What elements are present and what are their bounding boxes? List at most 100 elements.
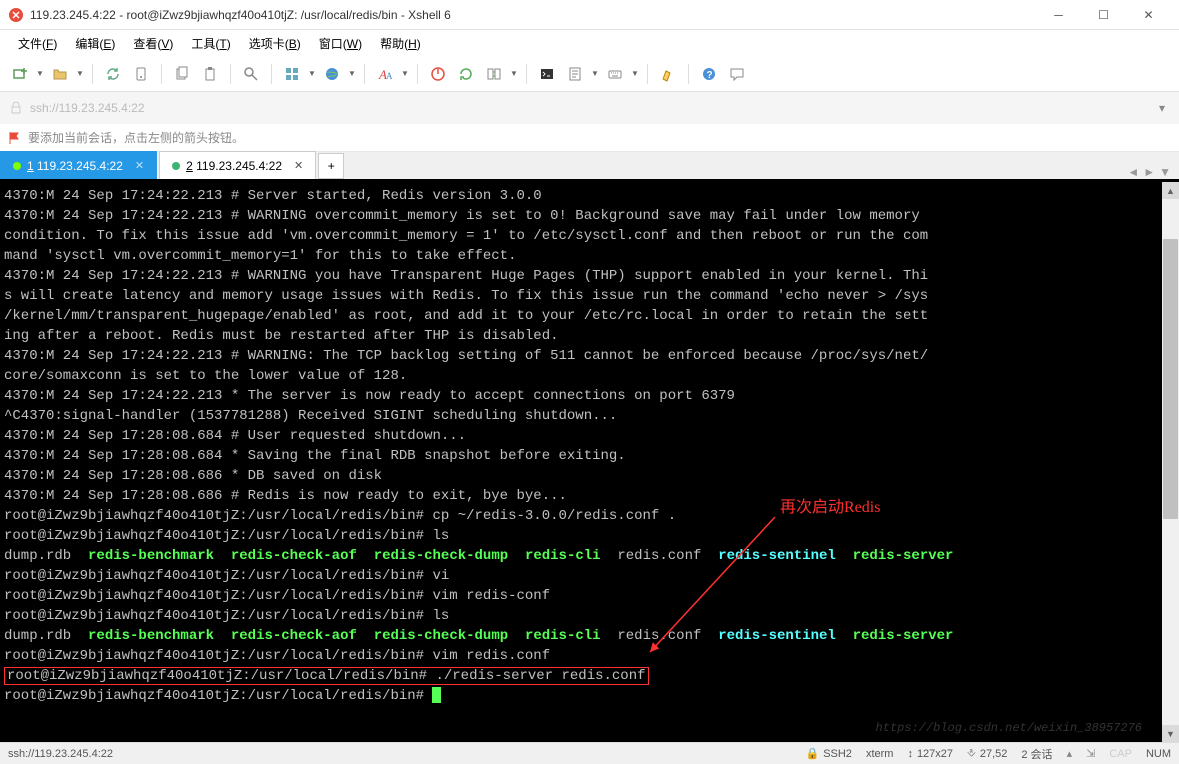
terminal-line: 4370:M 24 Sep 17:28:08.686 # Redis is no… [4, 486, 1158, 506]
keyboard-dropdown[interactable]: ▼ [631, 62, 639, 86]
terminal-line: core/somaxconn is set to the lower value… [4, 366, 1158, 386]
sessions-up-icon[interactable]: ▴ [1067, 747, 1073, 760]
menu-b[interactable]: 选项卡(B) [241, 32, 309, 55]
menu-w[interactable]: 窗口(W) [311, 32, 370, 55]
tab-nav-left-icon[interactable]: ◄ [1127, 165, 1139, 179]
terminal-cursor [432, 687, 441, 703]
terminal-line: root@iZwz9bjiawhqzf40o410tjZ:/usr/local/… [4, 526, 1158, 546]
tab-nav-right-icon[interactable]: ► [1143, 165, 1155, 179]
copy-icon[interactable] [170, 62, 194, 86]
status-address: ssh://119.23.245.4:22 [8, 748, 791, 760]
terminal-line: 4370:M 24 Sep 17:28:08.684 * Saving the … [4, 446, 1158, 466]
open-dropdown[interactable]: ▼ [76, 62, 84, 86]
terminal-line: ^C4370:signal-handler (1537781288) Recei… [4, 406, 1158, 426]
terminal-line: 4370:M 24 Sep 17:24:22.213 # WARNING ove… [4, 206, 1158, 226]
tab-close-icon[interactable]: ✕ [135, 159, 144, 172]
addressbar: ssh://119.23.245.4:22 ▾ [0, 92, 1179, 124]
tile-dropdown[interactable]: ▼ [308, 62, 316, 86]
find-icon[interactable] [239, 62, 263, 86]
flag-icon[interactable] [8, 131, 22, 145]
status-num: NUM [1146, 748, 1171, 760]
font-dropdown[interactable]: ▼ [401, 62, 409, 86]
menu-f[interactable]: 文件(F) [10, 32, 65, 55]
power-icon[interactable] [426, 62, 450, 86]
minimize-button[interactable]: ─ [1036, 1, 1081, 29]
status-caps: CAP [1109, 748, 1132, 760]
menu-e[interactable]: 编辑(E) [67, 32, 123, 55]
highlight-icon[interactable] [656, 62, 680, 86]
tab-label: 1 119.23.245.4:22 [27, 159, 123, 173]
statusbar: ssh://119.23.245.4:22 🔒SSH2 xterm ↕127x2… [0, 742, 1179, 764]
terminal-line: condition. To fix this issue add 'vm.ove… [4, 226, 1158, 246]
open-session-icon[interactable] [48, 62, 72, 86]
terminal-line: 4370:M 24 Sep 17:28:08.686 * DB saved on… [4, 466, 1158, 486]
hint-text: 要添加当前会话，点击左侧的箭头按钮。 [28, 129, 244, 146]
close-button[interactable]: ✕ [1126, 1, 1171, 29]
svg-text:A: A [386, 71, 393, 81]
terminal-line: root@iZwz9bjiawhqzf40o410tjZ:/usr/local/… [4, 506, 1158, 526]
terminal-line: 4370:M 24 Sep 17:24:22.213 * The server … [4, 386, 1158, 406]
session-hint: 要添加当前会话，点击左侧的箭头按钮。 [0, 124, 1179, 152]
tab-close-icon[interactable]: ✕ [294, 159, 303, 172]
terminal-line: root@iZwz9bjiawhqzf40o410tjZ:/usr/local/… [4, 646, 1158, 666]
status-sessions: 2 会话 [1021, 746, 1052, 762]
transfer-icon[interactable] [482, 62, 506, 86]
watermark: https://blog.csdn.net/weixin_38957276 [876, 718, 1142, 738]
scroll-track[interactable] [1162, 199, 1179, 725]
terminal-line: /kernel/mm/transparent_hugepage/enabled'… [4, 306, 1158, 326]
terminal-line: 4370:M 24 Sep 17:24:22.213 # Server star… [4, 186, 1158, 206]
terminal-line: root@iZwz9bjiawhqzf40o410tjZ:/usr/local/… [4, 606, 1158, 626]
tab-nav-menu-icon[interactable]: ▼ [1159, 165, 1171, 179]
keyboard-icon[interactable] [603, 62, 627, 86]
address-text[interactable]: ssh://119.23.245.4:22 [30, 101, 1153, 115]
connection-dot-icon [13, 162, 21, 170]
titlebar: 119.23.245.4:22 - root@iZwz9bjiawhqzf40o… [0, 0, 1179, 30]
world-dropdown[interactable]: ▼ [348, 62, 356, 86]
terminal-line: s will create latency and memory usage i… [4, 286, 1158, 306]
terminal-area: 4370:M 24 Sep 17:24:22.213 # Server star… [0, 182, 1179, 742]
terminal-icon[interactable] [535, 62, 559, 86]
refresh-icon[interactable] [454, 62, 478, 86]
sessions-down-icon[interactable]: ⇲ [1086, 747, 1095, 760]
maximize-button[interactable]: ☐ [1081, 1, 1126, 29]
menu-v[interactable]: 查看(V) [125, 32, 181, 55]
paste-icon[interactable] [198, 62, 222, 86]
script-dropdown[interactable]: ▼ [591, 62, 599, 86]
menu-t[interactable]: 工具(T) [183, 32, 238, 55]
terminal[interactable]: 4370:M 24 Sep 17:24:22.213 # Server star… [0, 182, 1162, 742]
lock-icon [8, 100, 24, 116]
tab-session-1[interactable]: 1 119.23.245.4:22 ✕ [0, 151, 157, 179]
address-dropdown-icon[interactable]: ▾ [1153, 101, 1171, 115]
status-size: 127x27 [917, 748, 953, 760]
chat-icon[interactable] [725, 62, 749, 86]
tile-icon[interactable] [280, 62, 304, 86]
reconnect-icon[interactable] [101, 62, 125, 86]
world-icon[interactable] [320, 62, 344, 86]
status-ssh: SSH2 [823, 748, 852, 760]
scrollbar[interactable]: ▲ ▼ [1162, 182, 1179, 742]
scroll-thumb[interactable] [1163, 239, 1178, 519]
tab-add-button[interactable]: + [318, 153, 344, 179]
new-session-icon[interactable] [8, 62, 32, 86]
status-term: xterm [866, 748, 894, 760]
menubar: 文件(F)编辑(E)查看(V)工具(T)选项卡(B)窗口(W)帮助(H) [0, 30, 1179, 56]
scroll-up-icon[interactable]: ▲ [1162, 182, 1179, 199]
terminal-line: root@iZwz9bjiawhqzf40o410tjZ:/usr/local/… [4, 566, 1158, 586]
size-icon: ↕ [907, 748, 913, 760]
tabbar: 1 119.23.245.4:22 ✕ 2 119.23.245.4:22 ✕ + ◄ ► ▼ [0, 152, 1179, 182]
tab-label: 2 119.23.245.4:22 [186, 159, 282, 173]
scroll-down-icon[interactable]: ▼ [1162, 725, 1179, 742]
window-title: 119.23.245.4:22 - root@iZwz9bjiawhqzf40o… [30, 8, 1036, 22]
tab-session-2[interactable]: 2 119.23.245.4:22 ✕ [159, 151, 316, 179]
disconnect-icon[interactable] [129, 62, 153, 86]
script-icon[interactable] [563, 62, 587, 86]
terminal-line: 4370:M 24 Sep 17:28:08.684 # User reques… [4, 426, 1158, 446]
help-icon[interactable]: ? [697, 62, 721, 86]
new-dropdown[interactable]: ▼ [36, 62, 44, 86]
terminal-line: root@iZwz9bjiawhqzf40o410tjZ:/usr/local/… [4, 586, 1158, 606]
terminal-line: root@iZwz9bjiawhqzf40o410tjZ:/usr/local/… [4, 666, 1158, 686]
connection-dot-icon [172, 162, 180, 170]
transfer-dropdown[interactable]: ▼ [510, 62, 518, 86]
font-icon[interactable]: AA [373, 62, 397, 86]
menu-h[interactable]: 帮助(H) [372, 32, 429, 55]
